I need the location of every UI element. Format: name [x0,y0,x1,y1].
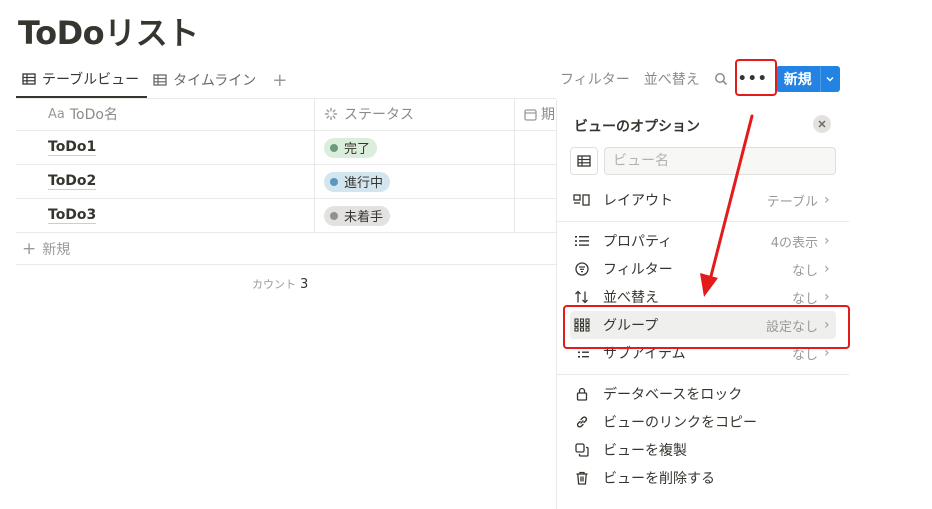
column-header-name-label: ToDo名 [69,107,118,123]
toolbar: フィルター 並べ替え ••• 新規 [560,64,840,94]
filter-label: フィルター [603,262,673,278]
name-cell[interactable]: ToDo2 [16,165,315,198]
sort-value: なし [791,291,818,307]
view-icon-picker[interactable] [570,147,598,175]
trash-icon [570,471,594,485]
status-label: 完了 [344,142,371,157]
table-row[interactable]: ToDo1 完了 [16,131,556,165]
duplicate-view-option[interactable]: ビューを複製 [570,436,836,464]
name-cell[interactable]: ToDo1 [16,131,315,164]
panel-title: ビューのオプション [574,119,700,135]
status-label: 進行中 [344,176,384,191]
tab-timeline-label: タイムライン [173,73,257,89]
plus-icon: + [22,238,37,259]
add-row-button[interactable]: + 新規 [16,233,556,265]
status-cell[interactable]: 未着手 [315,199,515,232]
properties-label: プロパティ [603,234,673,250]
table-row[interactable]: ToDo2 進行中 [16,165,556,199]
sort-button[interactable]: 並べ替え [644,69,700,89]
lock-icon [570,387,594,401]
column-header-status[interactable]: ステータス [315,98,515,130]
group-option-highlight [563,305,850,349]
add-view-button[interactable]: + [264,62,295,98]
lock-label: データベースをロック [603,387,743,403]
view-tabs: テーブルビュー タイムライン + [16,62,295,98]
status-tag[interactable]: 未着手 [324,205,391,226]
chevron-down-icon [826,76,834,82]
filter-value: なし [791,263,818,279]
todo-name[interactable]: ToDo3 [48,207,97,224]
layout-value: テーブル [766,194,818,210]
text-type-icon: Aa [48,106,65,122]
more-button-highlight [735,59,777,96]
status-label: 未着手 [344,210,384,225]
chevron-right-icon: › [824,289,830,305]
tab-table-view-label: テーブルビュー [42,72,140,88]
date-cell[interactable] [515,199,556,232]
copy-link-label: ビューのリンクをコピー [603,415,757,431]
database-table: Aa ToDo名 ステータス 期 ToDo1 完了 ToDo2 進行中 ToDo… [16,98,556,265]
count-label: カウント [252,278,296,291]
divider [557,221,849,222]
delete-view-option[interactable]: ビューを削除する [570,464,836,492]
column-header-name[interactable]: Aa ToDo名 [16,98,315,130]
table-icon [22,73,36,85]
status-cell[interactable]: 進行中 [315,165,515,198]
status-tag[interactable]: 完了 [324,137,378,158]
filter-icon [570,262,594,276]
close-icon[interactable] [813,115,831,133]
layout-icon [570,193,594,207]
layout-label: レイアウト [603,193,673,209]
timeline-icon [153,74,167,86]
search-icon[interactable] [710,64,732,94]
view-name-row [570,147,836,175]
status-icon [324,107,338,121]
link-icon [570,415,594,429]
row-count[interactable]: カウント 3 [252,276,308,292]
tab-table-view[interactable]: テーブルビュー [16,62,148,98]
sort-label: 並べ替え [603,290,659,306]
filter-option[interactable]: フィルター なし › [570,255,836,283]
divider [557,374,849,375]
name-cell[interactable]: ToDo3 [16,199,315,232]
column-header-date-label: 期 [541,107,555,123]
count-value: 3 [300,277,309,292]
status-dot [330,143,338,152]
view-name-input[interactable] [604,147,836,175]
chevron-right-icon: › [824,192,830,208]
chevron-right-icon: › [824,233,830,249]
date-cell[interactable] [515,165,556,198]
column-header-status-label: ステータス [344,107,414,123]
properties-value: 4の表示 [770,235,818,251]
properties-option[interactable]: プロパティ 4の表示 › [570,227,836,255]
add-row-label: 新規 [42,241,71,258]
tab-timeline[interactable]: タイムライン [147,62,264,98]
chevron-right-icon: › [824,261,830,277]
todo-name[interactable]: ToDo2 [48,173,97,190]
layout-option[interactable]: レイアウト テーブル › [570,186,836,214]
sort-icon [570,290,594,304]
copy-link-option[interactable]: ビューのリンクをコピー [570,408,836,436]
duplicate-icon [570,443,594,457]
new-button[interactable]: 新規 [775,66,820,92]
status-dot [330,177,338,186]
status-dot [330,211,338,220]
date-cell[interactable] [515,131,556,164]
lock-database-option[interactable]: データベースをロック [570,380,836,408]
filter-button[interactable]: フィルター [560,69,630,89]
todo-name[interactable]: ToDo1 [48,139,97,156]
list-icon [570,235,594,247]
column-header-date[interactable]: 期 [515,98,556,130]
calendar-icon [524,108,537,121]
table-row[interactable]: ToDo3 未着手 [16,199,556,233]
page-title: ToDoリスト [18,14,199,52]
new-button-group: 新規 [775,66,840,92]
table-icon [577,155,591,167]
duplicate-label: ビューを複製 [603,443,687,459]
status-cell[interactable]: 完了 [315,131,515,164]
table-header-row: Aa ToDo名 ステータス 期 [16,98,556,131]
status-tag[interactable]: 進行中 [324,171,391,192]
new-dropdown-button[interactable] [819,66,840,92]
delete-label: ビューを削除する [603,471,715,487]
